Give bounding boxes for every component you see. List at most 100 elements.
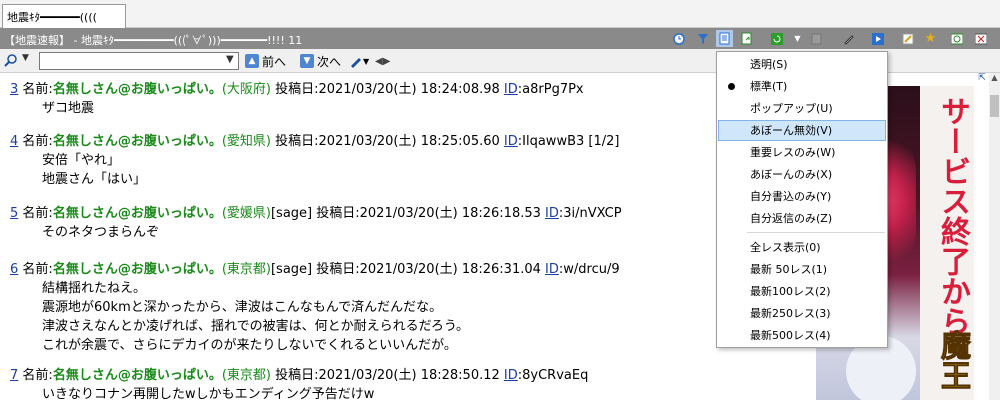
vertical-scrollbar[interactable]	[989, 73, 1000, 400]
menu-item[interactable]: 最新250レス(3)	[718, 303, 886, 324]
menu-item[interactable]: あぼーんのみ(X)	[718, 164, 886, 185]
menu-item-label: 全レス表示(0)	[750, 241, 821, 254]
menu-item[interactable]: 最新500レス(4)	[718, 325, 886, 346]
post-header: 5 名前:名無しさん@お腹いっぱい。(愛媛県)[sage] 投稿日:2021/0…	[10, 206, 622, 221]
box-icon[interactable]	[808, 30, 825, 47]
post-5: 5 名前:名無しさん@お腹いっぱい。(愛媛県)[sage] 投稿日:2021/0…	[10, 204, 622, 242]
ad-subheadline: 魔王	[935, 330, 971, 391]
note-icon[interactable]	[899, 30, 916, 47]
menu-item[interactable]: 標準(T)	[718, 76, 886, 97]
post-id-value: :w/drcu/9	[558, 262, 620, 277]
menu-item[interactable]: 最新 50レス(1)	[718, 259, 886, 280]
menu-item[interactable]: 最新100レス(2)	[718, 281, 886, 302]
post-4: 4 名前:名無しさん@お腹いっぱい。(愛知県) 投稿日:2021/03/20(土…	[10, 132, 619, 189]
poster-name: 名無しさん@お腹いっぱい。	[52, 134, 222, 149]
search-next-button[interactable]: ▼ 次へ	[300, 52, 341, 70]
close-icon[interactable]	[972, 30, 989, 47]
post-number-link[interactable]: 3	[10, 82, 18, 97]
search-input[interactable]	[39, 52, 239, 70]
post-id-value: :3i/nVXCP	[558, 206, 622, 221]
view-mode-menu: 透明(S) 標準(T) ポップアップ(U) あぼーん無効(V) 重要レスのみ(W) あぼー…	[716, 51, 888, 348]
post-name-label: 名前:	[22, 262, 53, 277]
search-icon[interactable]	[4, 53, 20, 69]
highlight-pen-icon[interactable]: ▼	[349, 52, 369, 70]
post-number-link[interactable]: 6	[10, 262, 18, 277]
menu-item[interactable]: 重要レスのみ(W)	[718, 142, 886, 163]
nav-arrows-icon[interactable]: ◀▶	[375, 52, 390, 70]
poster-name: 名無しさん@お腹いっぱい。	[52, 368, 222, 383]
post-name-label: 名前:	[22, 206, 53, 221]
window-refresh-icon[interactable]	[948, 30, 965, 47]
menu-item[interactable]: 全レス表示(0)	[718, 237, 886, 258]
post-date: 投稿日:2021/03/20(土) 18:28:50.12	[270, 368, 504, 383]
post-id-link[interactable]: ID	[545, 206, 559, 221]
post-header: 4 名前:名無しさん@お腹いっぱい。(愛知県) 投稿日:2021/03/20(土…	[10, 134, 619, 149]
ad-collapse-icon[interactable]: ⇱	[976, 73, 988, 85]
menu-item-label: 最新500レス(4)	[750, 329, 831, 342]
post-name-label: 名前:	[22, 82, 53, 97]
post-mail: [sage]	[270, 262, 313, 277]
menu-item[interactable]: あぼーん無効(V)	[718, 120, 886, 141]
clock-icon[interactable]	[670, 30, 687, 47]
arrow-down-icon: ▼	[300, 54, 314, 68]
post-number-link[interactable]: 5	[10, 206, 18, 221]
play-icon[interactable]	[869, 30, 886, 47]
post-6: 6 名前:名無しさん@お腹いっぱい。(東京都)[sage] 投稿日:2021/0…	[10, 260, 620, 355]
menu-item-label: 最新250レス(3)	[750, 307, 831, 320]
menu-item[interactable]: 自分書込のみ(Y)	[718, 186, 886, 207]
post-body-line: いきなりコナン再開したwしかもエンディング予告だけw	[42, 387, 375, 400]
menu-item-label: 最新 50レス(1)	[750, 263, 828, 276]
document-arrow-icon[interactable]	[738, 30, 755, 47]
menu-item[interactable]: 透明(S)	[718, 54, 886, 75]
pen-icon[interactable]	[840, 30, 857, 47]
post-body-line: 結構揺れたねえ。	[42, 281, 147, 296]
post-id-value: :IlqawwB3	[517, 134, 585, 149]
menu-item-label: あぼーんのみ(X)	[750, 168, 833, 181]
poster-location: (愛知県)	[221, 134, 271, 149]
post-name-label: 名前:	[22, 368, 53, 383]
post-name-label: 名前:	[22, 134, 53, 149]
menu-item-label: あぼーん無効(V)	[750, 124, 833, 137]
post-id-link[interactable]: ID	[504, 134, 518, 149]
poster-name: 名無しさん@お腹いっぱい。	[52, 206, 222, 221]
post-date: 投稿日:2021/03/20(土) 18:24:08.98	[270, 82, 504, 97]
menu-item-label: 最新100レス(2)	[750, 285, 831, 298]
post-body-line: ザコ地震	[42, 101, 95, 116]
menu-item-label: 標準(T)	[750, 80, 788, 93]
post-body-line: 地震さん「はい」	[42, 172, 147, 187]
post-date: 投稿日:2021/03/20(土) 18:26:18.53	[312, 206, 546, 221]
post-number-link[interactable]: 7	[10, 368, 18, 383]
filter-icon[interactable]	[694, 30, 711, 47]
post-id-link[interactable]: ID	[504, 368, 518, 383]
document-icon[interactable]	[716, 30, 733, 47]
poster-name: 名無しさん@お腹いっぱい。	[52, 82, 222, 97]
scroll-up-icon[interactable]: ▲	[989, 73, 1000, 84]
poster-location: (大阪府)	[221, 82, 271, 97]
thread-tab[interactable]: 地震ｷﾀ━━━━━━((((	[2, 4, 126, 28]
star-icon[interactable]: ★	[922, 30, 939, 47]
post-mail: [sage]	[270, 206, 313, 221]
search-options-chevron-icon[interactable]: ▼	[22, 53, 29, 63]
post-id-value: :a8rPg7Px	[517, 82, 584, 97]
scroll-thumb[interactable]	[990, 95, 999, 117]
selected-radio-icon	[728, 83, 735, 90]
thread-title-bar: 【地震速報】 - 地震ｷﾀ━━━━━━━━━(((ﾟ∀ﾟ)))━━━━━━━!!…	[0, 28, 1000, 49]
post-header: 6 名前:名無しさん@お腹いっぱい。(東京都)[sage] 投稿日:2021/0…	[10, 262, 620, 277]
post-id-link[interactable]: ID	[504, 82, 518, 97]
post-3: 3 名前:名無しさん@お腹いっぱい。(大阪府) 投稿日:2021/03/20(土…	[10, 80, 584, 118]
search-history-chevron-icon[interactable]: ▼	[226, 54, 234, 65]
post-number-link[interactable]: 4	[10, 134, 18, 149]
refresh-icon[interactable]	[768, 30, 785, 47]
post-reply-count: [1/2]	[584, 134, 620, 149]
search-prev-button[interactable]: ▲ 前へ	[245, 52, 286, 70]
dropdown-icon[interactable]: ▼	[789, 30, 806, 47]
menu-item[interactable]: ポップアップ(U)	[718, 98, 886, 119]
post-body-line: これが余震で、さらにデカイのが来たりしないでくれるといいんだが。	[42, 338, 457, 353]
post-body-line: 震源地が60kmと深かったから、津波はこんなもんで済んだんだな。	[42, 300, 443, 315]
menu-item-label: 重要レスのみ(W)	[750, 146, 836, 159]
post-id-link[interactable]: ID	[545, 262, 559, 277]
post-id-value: :8yCRvaEq	[517, 368, 589, 383]
post-body-line: そのネタつまらんぞ	[42, 225, 160, 240]
menu-item[interactable]: 自分返信のみ(Z)	[718, 208, 886, 229]
poster-location: (東京都)	[221, 368, 271, 383]
